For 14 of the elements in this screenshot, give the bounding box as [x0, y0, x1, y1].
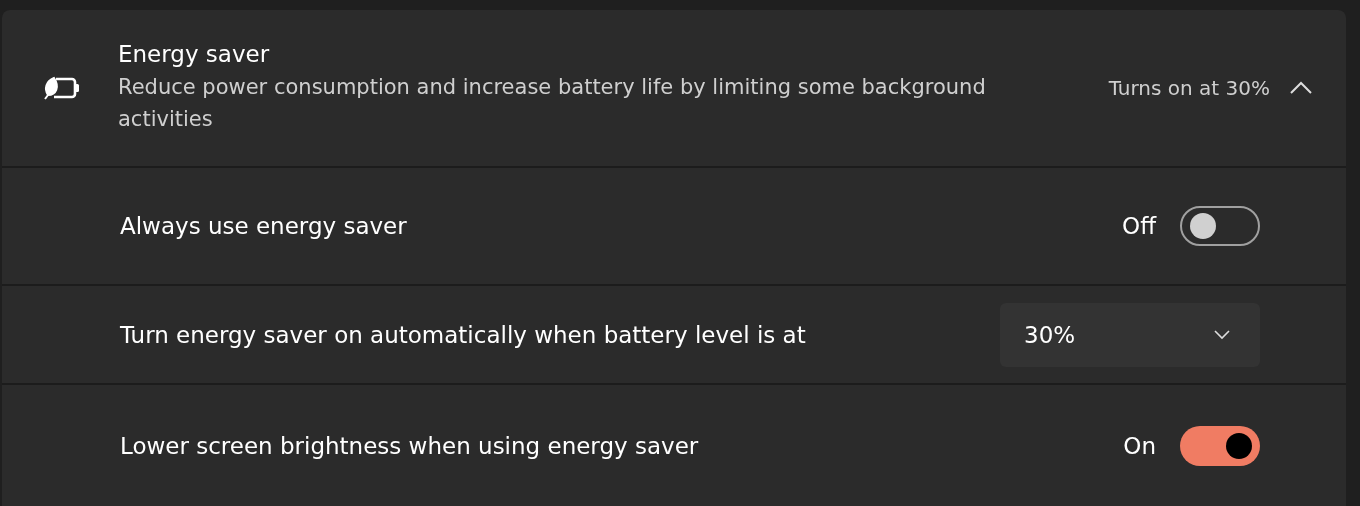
section-description: Reduce power consumption and increase battery life by limiting some background activities	[118, 74, 987, 133]
setting-label: Lower screen brightness when using energy saver	[120, 432, 700, 459]
toggle-state-text: On	[1123, 432, 1156, 459]
status-text: Turns on at 30%	[1108, 76, 1270, 100]
percentage-dropdown[interactable]: 30%	[1000, 302, 1260, 367]
chevron-up-icon[interactable]	[1290, 81, 1312, 95]
setting-label: Turn energy saver on automatically when battery level is at	[120, 321, 807, 348]
settings-header[interactable]: Energy saver Reduce power consumption and increase battery life by limiting some background activities Turns on at 30%	[2, 10, 1346, 166]
toggle-state-text: Off	[1122, 213, 1156, 239]
toggle-switch[interactable]	[1180, 425, 1260, 466]
setting-label: Always use energy saver	[120, 213, 408, 239]
toggle-switch[interactable]	[1180, 206, 1260, 246]
chevron-down-icon	[1214, 329, 1230, 340]
section-title: Energy saver	[118, 41, 271, 67]
